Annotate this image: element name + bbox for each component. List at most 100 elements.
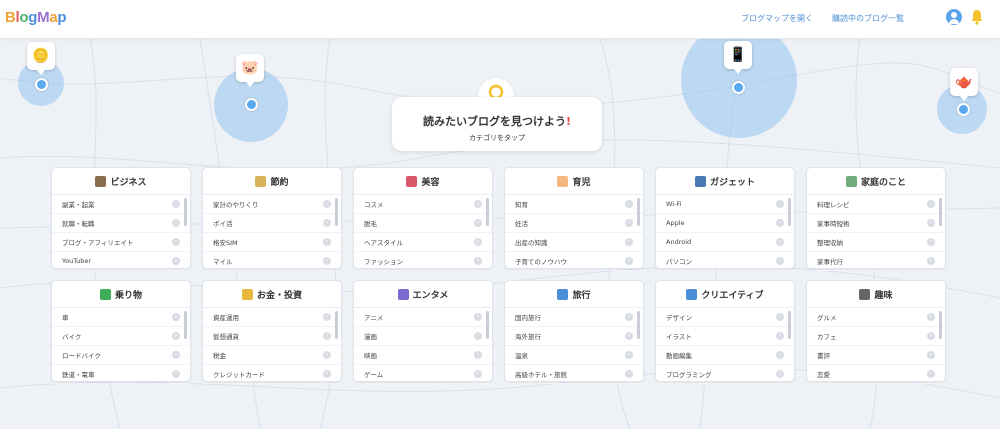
subcategory-item[interactable]: 税金 › [203, 346, 341, 365]
subcategory-item[interactable]: 仮想通貨 › [203, 327, 341, 346]
subcategory-item[interactable]: YouTuber › [52, 252, 190, 271]
category-header[interactable]: ガジェット [656, 168, 794, 195]
category-card[interactable]: 節約 家計のやりくり › ポイ活 › 格安SIM › マイル › [202, 167, 342, 271]
category-header[interactable]: 趣味 [807, 281, 945, 308]
subcategory-item[interactable]: コスメ › [354, 195, 492, 214]
subcategory-item[interactable]: 就職・転職 › [52, 214, 190, 233]
logo[interactable]: BlogMap [5, 9, 67, 26]
subcategory-list[interactable]: グルメ › カフェ › 書評 › 恋愛 › [807, 308, 945, 384]
scrollbar[interactable] [637, 198, 640, 226]
subcategory-list[interactable]: コスメ › 脱毛 › ヘアスタイル › ファッション › [354, 195, 492, 271]
category-header[interactable]: エンタメ [354, 281, 492, 308]
subcategory-item[interactable]: プログラミング › [656, 365, 794, 384]
scrollbar[interactable] [335, 311, 338, 339]
scrollbar[interactable] [184, 311, 187, 339]
subcategory-list[interactable]: 知育 › 妊活 › 出産の知識 › 子育てのノウハウ › [505, 195, 643, 271]
subcategory-item[interactable]: Android › [656, 233, 794, 252]
subcategory-item[interactable]: 料理レシピ › [807, 195, 945, 214]
category-card[interactable]: 乗り物車 › バイク › ロードバイク › 鉄道・電車 › [51, 280, 191, 384]
subcategory-list[interactable]: 車 › バイク › ロードバイク › 鉄道・電車 › [52, 308, 190, 384]
subcategory-item[interactable]: 高級ホテル・旅館 › [505, 365, 643, 384]
subcategory-item[interactable]: 子育てのノウハウ › [505, 252, 643, 271]
subcategory-item[interactable]: ファッション › [354, 252, 492, 271]
subcategory-item[interactable]: Wi-Fi › [656, 195, 794, 214]
category-header[interactable]: 乗り物 [52, 281, 190, 308]
subcategory-item[interactable]: 車 › [52, 308, 190, 327]
scrollbar[interactable] [939, 198, 942, 226]
map-pin-dot[interactable] [732, 81, 745, 94]
category-header[interactable]: 育児 [505, 168, 643, 195]
subcategory-list[interactable]: デザイン › イラスト › 動画編集 › プログラミング › [656, 308, 794, 384]
category-card[interactable]: ガジェット Wi-Fi › Apple › Android › パソコン › [655, 167, 795, 271]
category-header[interactable]: 節約 [203, 168, 341, 195]
scrollbar[interactable] [184, 198, 187, 226]
subcategory-item[interactable]: 資産運用 › [203, 308, 341, 327]
category-card[interactable]: クリエイティブ デザイン › イラスト › 動画編集 › プログラミング › [655, 280, 795, 384]
subcategory-item[interactable]: ポイ活 › [203, 214, 341, 233]
scrollbar[interactable] [335, 198, 338, 226]
subcategory-item[interactable]: 恋愛 › [807, 365, 945, 384]
subcategory-item[interactable]: 家計のやりくり › [203, 195, 341, 214]
category-card[interactable]: 育児 知育 › 妊活 › 出産の知識 › 子育てのノウハウ › [504, 167, 644, 271]
map-pin-dot[interactable] [245, 98, 258, 111]
scrollbar[interactable] [486, 198, 489, 226]
category-card[interactable]: ビジネス 副業・起業 › 就職・転職 › ブログ・アフィリエイト › YouTuber › [51, 167, 191, 271]
subcategory-item[interactable]: 国内旅行 › [505, 308, 643, 327]
scrollbar[interactable] [939, 311, 942, 339]
user-avatar-icon[interactable] [946, 9, 962, 25]
subcategory-item[interactable]: マイル › [203, 252, 341, 271]
subcategory-list[interactable]: アニメ › 漫画 › 映画 › ゲーム › [354, 308, 492, 384]
subcategory-list[interactable]: 家計のやりくり › ポイ活 › 格安SIM › マイル › [203, 195, 341, 271]
category-header[interactable]: ビジネス [52, 168, 190, 195]
subcategory-item[interactable]: クレジットカード › [203, 365, 341, 384]
subcategory-list[interactable]: Wi-Fi › Apple › Android › パソコン › [656, 195, 794, 271]
subcategory-item[interactable]: ロードバイク › [52, 346, 190, 365]
scrollbar[interactable] [486, 311, 489, 339]
map-pin-dot[interactable] [957, 103, 970, 116]
category-card[interactable]: 旅行 国内旅行 › 海外旅行 › 温泉 › 高級ホテル・旅館 › [504, 280, 644, 384]
subcategory-item[interactable]: 副業・起業 › [52, 195, 190, 214]
subcategory-list[interactable]: 資産運用 › 仮想通貨 › 税金 › クレジットカード › [203, 308, 341, 384]
category-card[interactable]: エンタメ アニメ › 漫画 › 映画 › ゲーム › [353, 280, 493, 384]
map-pin-dot[interactable] [35, 78, 48, 91]
subcategory-item[interactable]: アニメ › [354, 308, 492, 327]
category-header[interactable]: クリエイティブ [656, 281, 794, 308]
subcategory-item[interactable]: ヘアスタイル › [354, 233, 492, 252]
subcategory-item[interactable]: 漫画 › [354, 327, 492, 346]
subcategory-item[interactable]: Apple › [656, 214, 794, 233]
scrollbar[interactable] [788, 311, 791, 339]
subcategory-item[interactable]: 知育 › [505, 195, 643, 214]
category-card[interactable]: 趣味 グルメ › カフェ › 書評 › 恋愛 › [806, 280, 946, 384]
category-header[interactable]: 旅行 [505, 281, 643, 308]
scrollbar[interactable] [637, 311, 640, 339]
subcategory-item[interactable]: ゲーム › [354, 365, 492, 384]
subcategory-item[interactable]: 整理収納 › [807, 233, 945, 252]
open-blog-map-link[interactable]: ブログマップを開く [741, 13, 813, 24]
piggy-bank-pin[interactable]: 🐷 [236, 54, 264, 87]
subcategory-item[interactable]: ブログ・アフィリエイト › [52, 233, 190, 252]
category-card[interactable]: 家庭のこと 料理レシピ › 家事時短術 › 整理収納 › 家事代行 › [806, 167, 946, 271]
scrollbar[interactable] [788, 198, 791, 226]
subcategory-item[interactable]: パソコン › [656, 252, 794, 271]
kettle-pin[interactable]: 🫖 [950, 68, 978, 101]
subcategory-list[interactable]: 料理レシピ › 家事時短術 › 整理収納 › 家事代行 › [807, 195, 945, 271]
subcategory-item[interactable]: 格安SIM › [203, 233, 341, 252]
subcategory-item[interactable]: 家事時短術 › [807, 214, 945, 233]
category-header[interactable]: 家庭のこと [807, 168, 945, 195]
subcategory-item[interactable]: カフェ › [807, 327, 945, 346]
subcategory-item[interactable]: 動画編集 › [656, 346, 794, 365]
category-card[interactable]: 美容 コスメ › 脱毛 › ヘアスタイル › ファッション › [353, 167, 493, 271]
bell-icon[interactable] [970, 9, 984, 25]
category-header[interactable]: お金・投資 [203, 281, 341, 308]
subcategory-item[interactable]: 温泉 › [505, 346, 643, 365]
subscribed-blogs-link[interactable]: 購読中のブログ一覧 [832, 13, 904, 24]
subcategory-item[interactable]: 脱毛 › [354, 214, 492, 233]
subcategory-list[interactable]: 副業・起業 › 就職・転職 › ブログ・アフィリエイト › YouTuber › [52, 195, 190, 271]
subcategory-list[interactable]: 国内旅行 › 海外旅行 › 温泉 › 高級ホテル・旅館 › [505, 308, 643, 384]
category-card[interactable]: お金・投資 資産運用 › 仮想通貨 › 税金 › クレジットカード › [202, 280, 342, 384]
smartphone-pin[interactable]: 📱 [724, 41, 752, 74]
subcategory-item[interactable]: デザイン › [656, 308, 794, 327]
subcategory-item[interactable]: 家事代行 › [807, 252, 945, 271]
subcategory-item[interactable]: イラスト › [656, 327, 794, 346]
subcategory-item[interactable]: 書評 › [807, 346, 945, 365]
